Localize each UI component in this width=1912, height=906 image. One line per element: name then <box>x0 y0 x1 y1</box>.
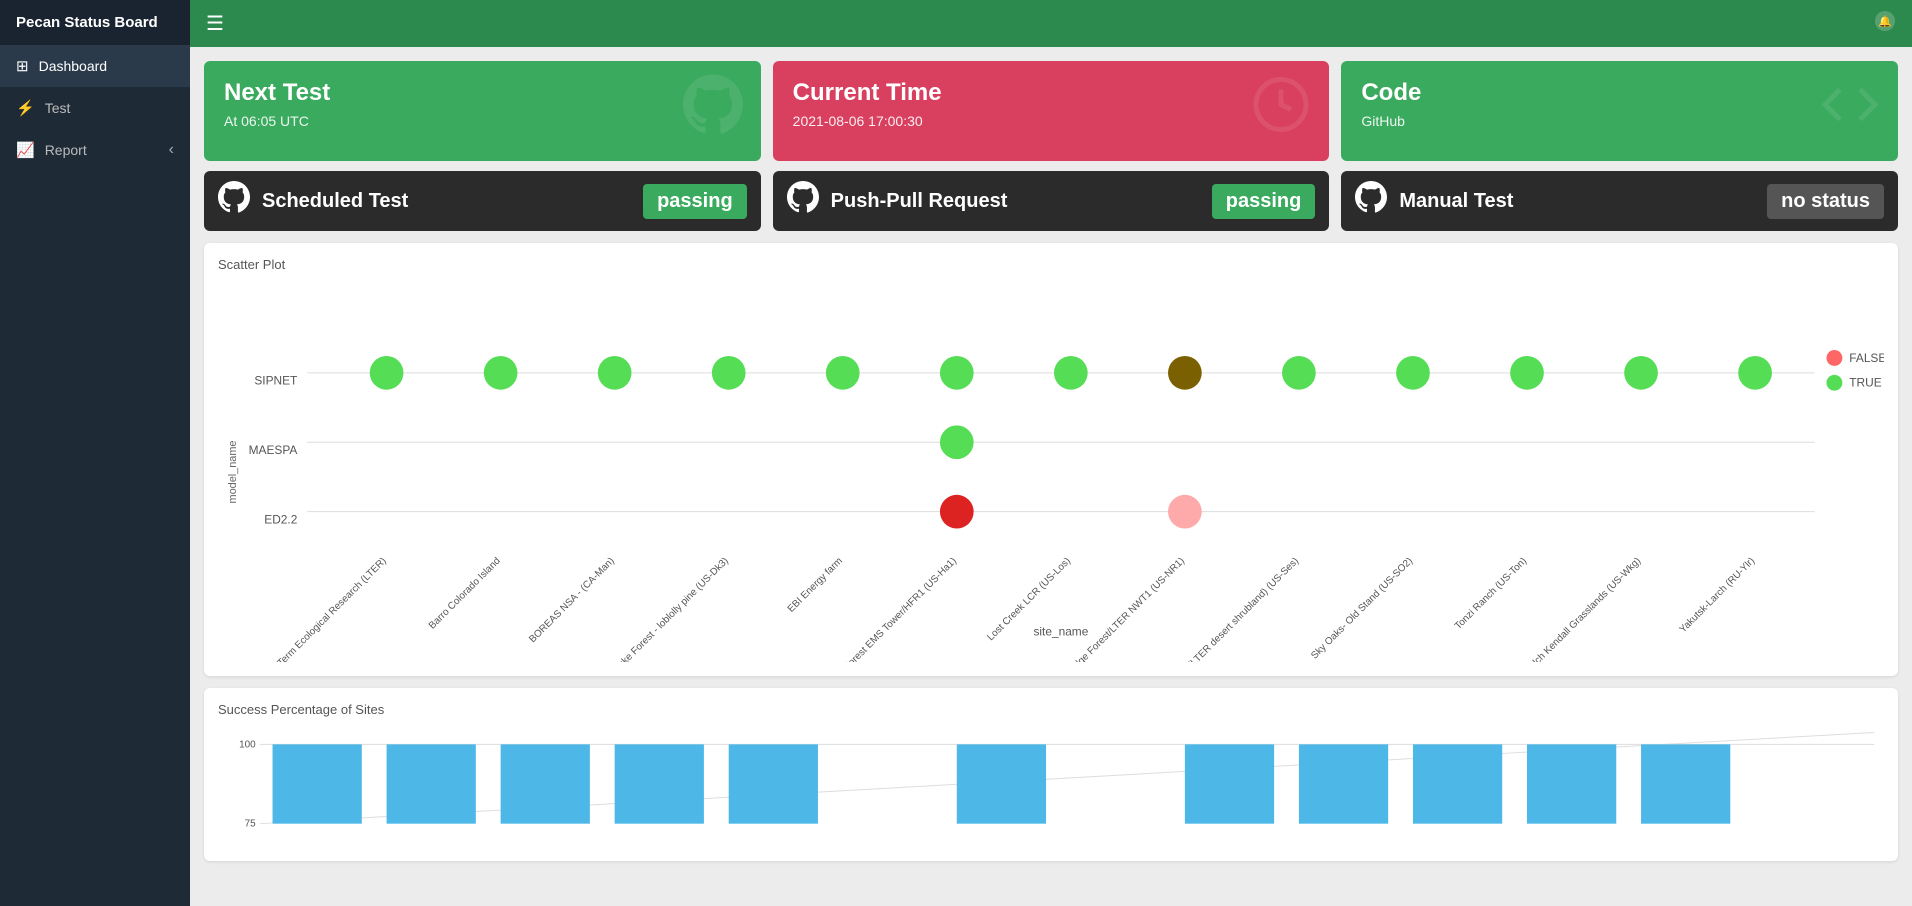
bar-container: 100 75 <box>218 727 1884 847</box>
next-test-title: Next Test <box>224 79 741 107</box>
info-cards-row: Next Test At 06:05 UTC Current Time 2021… <box>190 47 1912 171</box>
charts-area: Scatter Plot model_name SIPNET MAESPA ED… <box>190 243 1912 906</box>
scatter-container: model_name SIPNET MAESPA ED2.2 Arctic Lo… <box>218 282 1884 662</box>
svg-text:Sevilleta (LTER desert shrubla: Sevilleta (LTER desert shrubland) (US-Se… <box>1158 556 1301 662</box>
bar-rect <box>957 744 1046 823</box>
scatter-point <box>940 495 974 529</box>
svg-text:Sky Oaks- Old Stand (US-SO2): Sky Oaks- Old Stand (US-SO2) <box>1309 556 1415 662</box>
scatter-svg: model_name SIPNET MAESPA ED2.2 Arctic Lo… <box>218 282 1884 662</box>
scatter-point <box>598 356 632 390</box>
scatter-point <box>940 425 974 459</box>
svg-text:model_name: model_name <box>227 441 239 504</box>
svg-text:TRUE: TRUE <box>1849 376 1881 390</box>
scatter-point <box>1396 356 1430 390</box>
bar-rect <box>273 744 362 823</box>
svg-text:Tonzi Ranch (US-Ton): Tonzi Ranch (US-Ton) <box>1453 556 1529 632</box>
scatter-point <box>1282 356 1316 390</box>
clock-icon <box>1251 75 1311 148</box>
scatter-point <box>1168 495 1202 529</box>
test-icon: ⚡ <box>16 99 35 117</box>
svg-text:75: 75 <box>245 819 257 830</box>
svg-text:FALSE: FALSE <box>1849 351 1884 365</box>
svg-text:MAESPA: MAESPA <box>249 443 298 457</box>
next-test-subtitle: At 06:05 UTC <box>224 113 741 129</box>
collapse-button[interactable]: ‹ <box>169 141 174 159</box>
scatter-point <box>826 356 860 390</box>
topbar: ☰ 🔔 <box>190 0 1912 47</box>
topbar-right: 🔔 <box>1874 10 1896 37</box>
sidebar-label-report: Report <box>45 142 87 158</box>
code-subtitle: GitHub <box>1361 113 1878 129</box>
scheduled-test-badge: Scheduled Test passing <box>204 171 761 231</box>
bar-rect <box>1299 744 1388 823</box>
svg-text:Niwot Ridge Forest/LTER NWT1 (: Niwot Ridge Forest/LTER NWT1 (US-NR1) <box>1046 556 1187 662</box>
bar-rect <box>615 744 704 823</box>
code-title: Code <box>1361 79 1878 107</box>
push-pull-status: passing <box>1212 184 1316 219</box>
notification-icon[interactable]: 🔔 <box>1874 10 1896 32</box>
scatter-point <box>1054 356 1088 390</box>
scatter-point <box>1624 356 1658 390</box>
dashboard-icon: ⊞ <box>16 57 29 75</box>
svg-text:ED2.2: ED2.2 <box>264 513 297 527</box>
svg-text:Arctic Long-Term Ecological Re: Arctic Long-Term Ecological Research (LT… <box>238 556 389 662</box>
code-card: Code GitHub <box>1341 61 1898 161</box>
scatter-point <box>1510 356 1544 390</box>
github-icon-next <box>683 75 743 148</box>
current-time-title: Current Time <box>793 79 1310 107</box>
svg-text:BOREAS NSA - (CA-Man): BOREAS NSA - (CA-Man) <box>527 556 617 646</box>
main-content: ☰ 🔔 Next Test At 06:05 UTC Current Time … <box>190 0 1912 906</box>
scheduled-test-label: Scheduled Test <box>262 190 631 213</box>
scatter-plot-title: Scatter Plot <box>218 257 1884 272</box>
scatter-point <box>370 356 404 390</box>
svg-text:site_name: site_name <box>1033 625 1088 639</box>
bar-rect <box>729 744 818 823</box>
scheduled-test-status: passing <box>643 184 747 219</box>
svg-text:SIPNET: SIPNET <box>254 374 297 388</box>
scatter-plot-panel: Scatter Plot model_name SIPNET MAESPA ED… <box>204 243 1898 676</box>
sidebar-item-report[interactable]: 📈 Report ‹ <box>0 129 190 171</box>
bar-chart-panel: Success Percentage of Sites 100 75 <box>204 688 1898 861</box>
scatter-point <box>940 356 974 390</box>
next-test-card: Next Test At 06:05 UTC <box>204 61 761 161</box>
github-icon-pushpull <box>787 181 819 221</box>
svg-text:Barro Colorado Island: Barro Colorado Island <box>427 556 503 632</box>
sidebar-item-dashboard[interactable]: ⊞ Dashboard <box>0 45 190 87</box>
sidebar-item-test[interactable]: ⚡ Test <box>0 87 190 129</box>
push-pull-label: Push-Pull Request <box>831 190 1200 213</box>
code-icon <box>1820 75 1880 148</box>
bar-rect <box>1527 744 1616 823</box>
bar-svg: 100 75 <box>218 727 1884 847</box>
manual-test-status: no status <box>1767 184 1884 219</box>
bar-chart-title: Success Percentage of Sites <box>218 702 1884 717</box>
svg-text:🔔: 🔔 <box>1878 15 1892 28</box>
svg-text:Duke Forest - loblolly pine (U: Duke Forest - loblolly pine (US-Dk3) <box>611 556 731 662</box>
github-icon-manual <box>1355 181 1387 221</box>
current-time-card: Current Time 2021-08-06 17:00:30 <box>773 61 1330 161</box>
scatter-point <box>1168 356 1202 390</box>
scatter-point <box>1738 356 1772 390</box>
bar-rect <box>1185 744 1274 823</box>
svg-text:100: 100 <box>239 739 256 750</box>
sidebar-label-test: Test <box>45 100 71 116</box>
app-title: Pecan Status Board <box>0 0 190 45</box>
menu-icon[interactable]: ☰ <box>206 11 224 36</box>
manual-test-badge: Manual Test no status <box>1341 171 1898 231</box>
bar-rect <box>1413 744 1502 823</box>
bar-rect <box>1641 744 1730 823</box>
manual-test-label: Manual Test <box>1399 190 1755 213</box>
github-icon-scheduled <box>218 181 250 221</box>
badge-row: Scheduled Test passing Push-Pull Request… <box>190 171 1912 243</box>
bar-rect <box>501 744 590 823</box>
push-pull-badge: Push-Pull Request passing <box>773 171 1330 231</box>
report-icon: 📈 <box>16 141 35 159</box>
sidebar-label-dashboard: Dashboard <box>39 58 108 74</box>
svg-text:Yakutsk-Larch (RU-Ylr): Yakutsk-Larch (RU-Ylr) <box>1678 556 1758 636</box>
bar-rect <box>387 744 476 823</box>
scatter-point <box>484 356 518 390</box>
current-time-subtitle: 2021-08-06 17:00:30 <box>793 113 1310 129</box>
svg-text:EBI Energy farm: EBI Energy farm <box>786 556 845 615</box>
scatter-point <box>712 356 746 390</box>
sidebar: Pecan Status Board ⊞ Dashboard ⚡ Test 📈 … <box>0 0 190 906</box>
